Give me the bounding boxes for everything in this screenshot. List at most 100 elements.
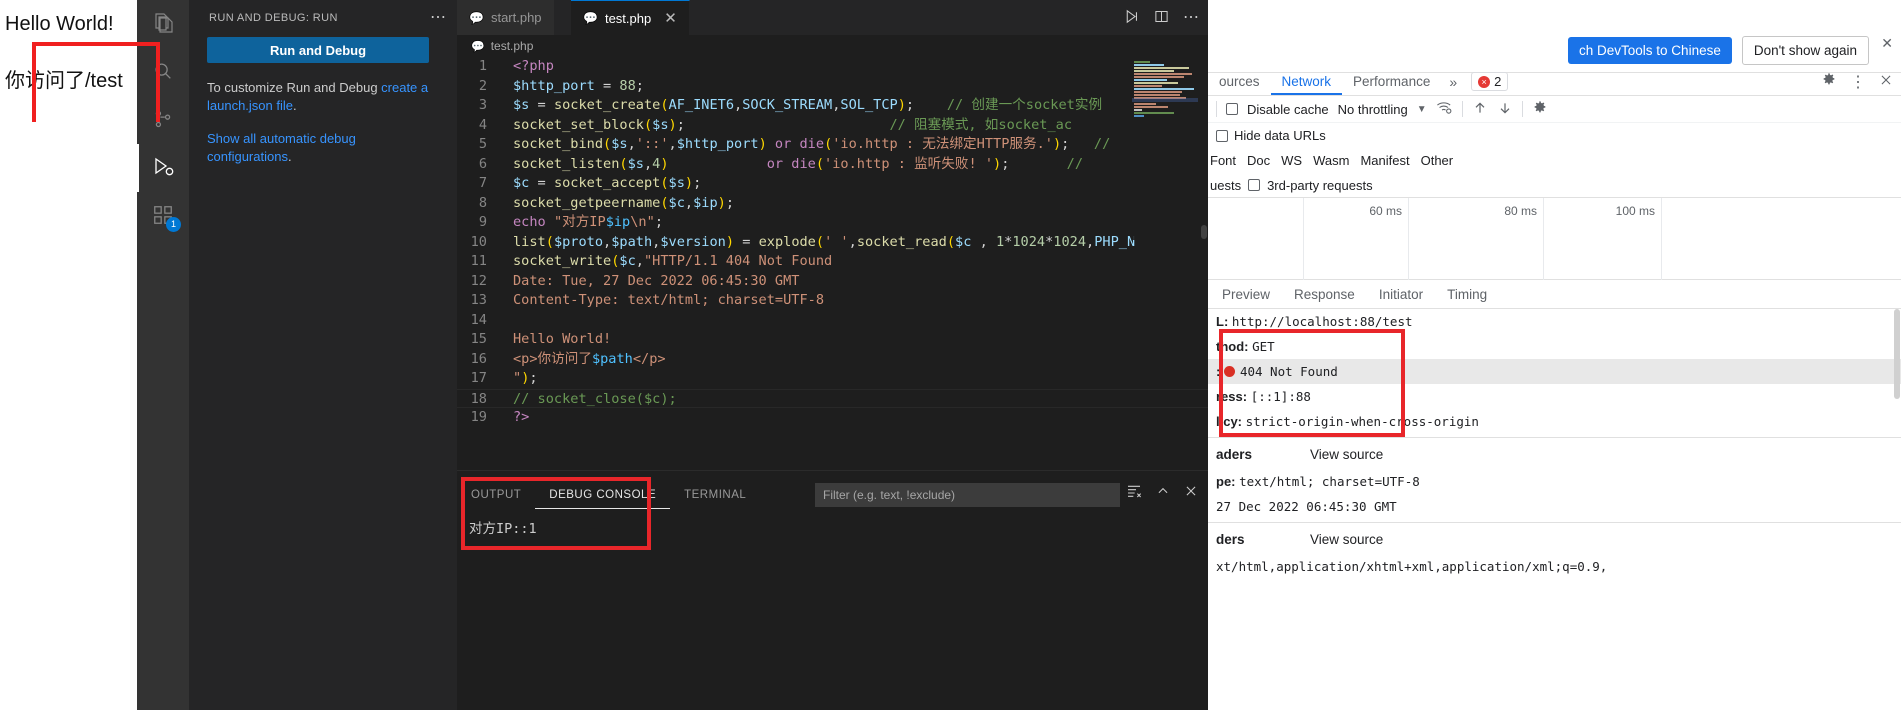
clear-console-icon[interactable]	[1126, 483, 1142, 502]
code-line[interactable]: 5 socket_bind($s,'::',$http_port) or die(…	[457, 135, 1208, 155]
code-line[interactable]: 10 list($proto,$path,$version) = explode(…	[457, 233, 1208, 253]
code-token: (	[619, 155, 628, 172]
activity-bar-item-search[interactable]	[137, 48, 189, 96]
code-line[interactable]: 1 <?php	[457, 57, 1208, 77]
resource-filter-wasm[interactable]: Wasm	[1313, 153, 1349, 168]
run-and-debug-button[interactable]: Run and Debug	[207, 37, 429, 63]
code-line[interactable]: 4 socket_set_block($s); // 阻塞模式, 如socket_…	[457, 116, 1208, 136]
close-icon[interactable]: ✕	[664, 9, 677, 27]
divider	[1208, 522, 1901, 523]
devtools-scrollbar[interactable]	[1893, 309, 1901, 489]
tab-performance[interactable]: Performance	[1342, 68, 1441, 95]
line-number: 3	[478, 97, 487, 113]
code-token: "	[513, 370, 522, 386]
subtab-response[interactable]: Response	[1282, 287, 1367, 302]
code-token: or	[766, 136, 800, 152]
code-token: ,	[684, 194, 694, 211]
hide-data-urls-checkbox[interactable]	[1216, 129, 1228, 142]
code-line[interactable]: 11 socket_write($c,"HTTP/1.1 404 Not Foun…	[457, 252, 1208, 272]
activity-bar-item-source-control[interactable]	[137, 96, 189, 144]
code-token: //	[1069, 136, 1111, 152]
editor-tab-test-php[interactable]: 💬 test.php ✕	[571, 0, 690, 35]
gear-icon[interactable]	[1821, 72, 1837, 91]
hide-data-urls-label: Hide data URLs	[1234, 128, 1326, 143]
code-token: $path	[591, 350, 633, 367]
tab-sources[interactable]: ources	[1208, 68, 1271, 95]
code-token: AF_INET6	[668, 97, 735, 113]
chevron-down-icon[interactable]: ▼	[1417, 104, 1427, 115]
show-automatic-debug-configurations-link[interactable]: Show all automatic debug configurations	[207, 131, 356, 164]
close-icon[interactable]	[1879, 73, 1893, 90]
code-token: socket_create	[553, 97, 661, 113]
upload-icon[interactable]	[1472, 100, 1488, 119]
code-token: ;	[654, 214, 663, 230]
debug-console-filter-input[interactable]: Filter (e.g. text, !exclude)	[815, 483, 1120, 507]
panel-tab-terminal[interactable]: TERMINAL	[670, 482, 760, 509]
code-line[interactable]: 18 // socket_close($c);	[457, 388, 1208, 408]
more-actions-icon[interactable]: ⋯	[1183, 9, 1200, 25]
switch-devtools-to-chinese-button[interactable]: ch DevTools to Chinese	[1568, 37, 1732, 64]
sidebar-more-actions-icon[interactable]: ⋯	[430, 9, 447, 25]
view-source-link[interactable]: View source	[1310, 441, 1383, 469]
code-content[interactable]: 1 <?php 2 $http_port = 88; 3 $s = socket_crea…	[457, 57, 1208, 470]
code-line[interactable]: 2 $http_port = 88;	[457, 77, 1208, 97]
more-tabs-icon[interactable]: »	[1441, 74, 1465, 90]
code-line[interactable]: 12 Date: Tue, 27 Dec 2022 06:45:30 GMT	[457, 272, 1208, 292]
view-source-link[interactable]: View source	[1310, 526, 1383, 554]
network-timeline[interactable]: 60 ms 80 ms 100 ms	[1208, 198, 1901, 280]
source-control-icon	[152, 108, 174, 133]
code-line[interactable]: 14	[457, 311, 1208, 331]
code-line[interactable]: 16 <p>你访问了$path</p>	[457, 350, 1208, 370]
requests-label: uests	[1210, 177, 1242, 193]
resource-filter-manifest[interactable]: Manifest	[1360, 153, 1409, 168]
code-line[interactable]: 6 socket_listen($s,4) or die('io.http : 监…	[457, 155, 1208, 175]
breadcrumb[interactable]: 💬 test.php	[457, 35, 1208, 57]
disable-cache-checkbox[interactable]	[1226, 103, 1238, 115]
split-editor-icon[interactable]	[1154, 9, 1169, 27]
code-token: ,	[734, 97, 743, 113]
code-line[interactable]: 8 socket_getpeername($c,$ip);	[457, 194, 1208, 214]
panel-tab-debug-console[interactable]: DEBUG CONSOLE	[535, 482, 671, 509]
close-icon[interactable]	[1184, 484, 1198, 501]
activity-bar-item-explorer[interactable]	[137, 0, 189, 48]
subtab-timing[interactable]: Timing	[1435, 287, 1499, 302]
code-line[interactable]: 15 Hello World!	[457, 330, 1208, 350]
resource-filter-ws[interactable]: WS	[1281, 153, 1302, 168]
resource-filter-font[interactable]: Font	[1210, 153, 1236, 168]
subtab-preview[interactable]: Preview	[1210, 287, 1282, 302]
code-line[interactable]: 19 ?>	[457, 408, 1208, 428]
wifi-settings-icon[interactable]	[1436, 99, 1453, 119]
gear-icon[interactable]	[1532, 100, 1548, 119]
dont-show-again-button[interactable]: Don't show again	[1741, 36, 1869, 65]
resource-filter-doc[interactable]: Doc	[1247, 153, 1270, 168]
editor-tab-start-php[interactable]: 💬 start.php	[457, 0, 555, 35]
header-value: xt/html,application/xhtml+xml,applicatio…	[1216, 559, 1608, 574]
activity-bar-item-extensions[interactable]: 1	[137, 192, 189, 240]
throttling-label[interactable]: No throttling	[1338, 102, 1408, 117]
editor-minimap[interactable]	[1132, 60, 1198, 240]
close-icon[interactable]: ✕	[1881, 35, 1893, 52]
header-row: 27 Dec 2022 06:45:30 GMT	[1208, 494, 1901, 519]
resource-filter-other[interactable]: Other	[1421, 153, 1454, 168]
chevron-up-icon[interactable]	[1156, 484, 1170, 501]
more-vertical-icon[interactable]: ⋮	[1850, 72, 1866, 92]
editor-scrollbar[interactable]	[1201, 225, 1207, 239]
code-line[interactable]: 13 Content-Type: text/html; charset=UTF-8	[457, 291, 1208, 311]
code-line[interactable]: 17 ");	[457, 369, 1208, 389]
header-key: :	[1216, 364, 1224, 379]
activity-bar-item-run-and-debug[interactable]	[137, 144, 189, 192]
code-line[interactable]: 3 $s = socket_create(AF_INET6,SOCK_STREAM…	[457, 96, 1208, 116]
run-icon[interactable]	[1123, 8, 1140, 28]
extensions-badge: 1	[166, 217, 181, 232]
third-party-requests-checkbox[interactable]	[1248, 179, 1261, 191]
panel-tab-output[interactable]: OUTPUT	[457, 482, 535, 509]
code-line[interactable]: 9 echo "对方IP$ip\n";	[457, 213, 1208, 233]
resource-type-filters: Font Doc WS Wasm Manifest Other	[1208, 148, 1901, 173]
code-token: // socket_close($c);	[513, 390, 677, 407]
subtab-initiator[interactable]: Initiator	[1367, 287, 1435, 302]
tab-network[interactable]: Network	[1270, 68, 1343, 95]
download-icon[interactable]	[1497, 100, 1513, 119]
error-count-badge[interactable]: × 2	[1471, 72, 1509, 91]
breadcrumb-label: test.php	[490, 39, 534, 53]
code-line[interactable]: 7 $c = socket_accept($s);	[457, 174, 1208, 194]
